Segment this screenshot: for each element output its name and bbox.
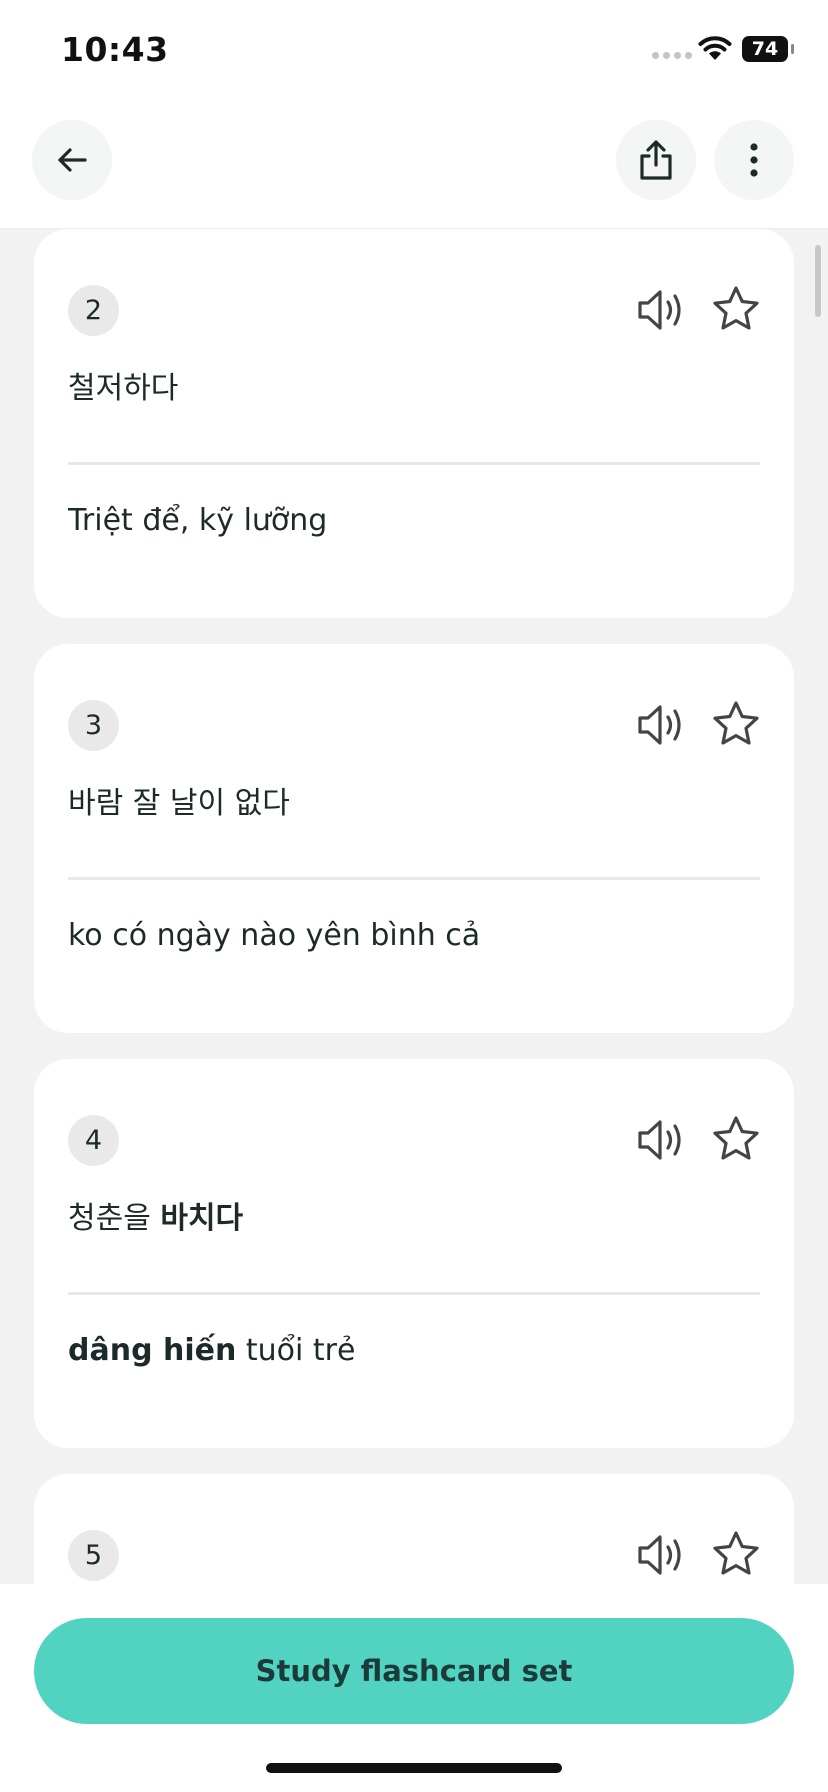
status-bar: 10:43 74 [0,0,828,100]
status-time: 10:43 [61,30,169,69]
more-vertical-icon [750,143,758,177]
card-number: 4 [68,1115,119,1166]
home-indicator[interactable] [266,1763,562,1773]
card-term-bold: 바치다 [160,1201,244,1236]
card-definition: Triệt để, kỹ lưỡng [68,503,328,538]
card-term: 철저하다 [68,371,179,406]
arrow-left-icon [58,148,87,172]
speaker-icon[interactable] [634,1528,688,1582]
back-button[interactable] [32,120,112,200]
card-definition: ko có ngày nào yên bình cả [68,918,481,953]
battery-level: 74 [751,38,779,60]
share-button[interactable] [616,120,696,200]
speaker-icon[interactable] [634,1113,688,1167]
scrollbar[interactable] [815,245,821,317]
share-icon [640,140,672,180]
footer: Study flashcard set [0,1584,828,1792]
card-definition-plain: tuổi trẻ [236,1333,356,1368]
card-term: 청춘을 바치다 [68,1193,243,1237]
header-toolbar [0,100,828,229]
card-term: 바람 잘 날이 없다 [68,786,290,821]
card-definition-bold: dâng hiến [68,1333,237,1368]
card-divider [68,877,760,880]
wifi-icon [698,36,732,60]
card-divider [68,1292,760,1295]
star-icon[interactable] [710,698,762,750]
flashcard-card: 3 바람 잘 날이 없다 ko có ngày nào yên bình cả [34,644,794,1033]
card-number: 5 [68,1530,119,1581]
study-flashcard-set-button[interactable]: Study flashcard set [34,1618,794,1724]
more-options-button[interactable] [714,120,794,200]
star-icon[interactable] [710,1113,762,1165]
flashcard-list[interactable]: 2 철저하다 Triệt để, kỹ lưỡng 3 바람 잘 날이 없다 k… [0,229,828,1584]
card-divider [68,462,760,465]
speaker-icon[interactable] [634,698,688,752]
flashcard-card: 4 청춘을 바치다 dâng hiến tuổi trẻ [34,1059,794,1448]
battery-indicator: 74 [742,36,794,62]
star-icon[interactable] [710,1528,762,1580]
speaker-icon[interactable] [634,283,688,337]
star-icon[interactable] [710,283,762,335]
card-definition: dâng hiến tuổi trẻ [68,1333,355,1368]
flashcard-card: 2 철저하다 Triệt để, kỹ lưỡng [34,229,794,618]
card-number: 3 [68,700,119,751]
card-term-plain: 청춘을 [68,1201,161,1236]
card-number: 2 [68,285,119,336]
cellular-signal-icon [652,52,692,59]
flashcard-card: 5 [34,1474,794,1584]
